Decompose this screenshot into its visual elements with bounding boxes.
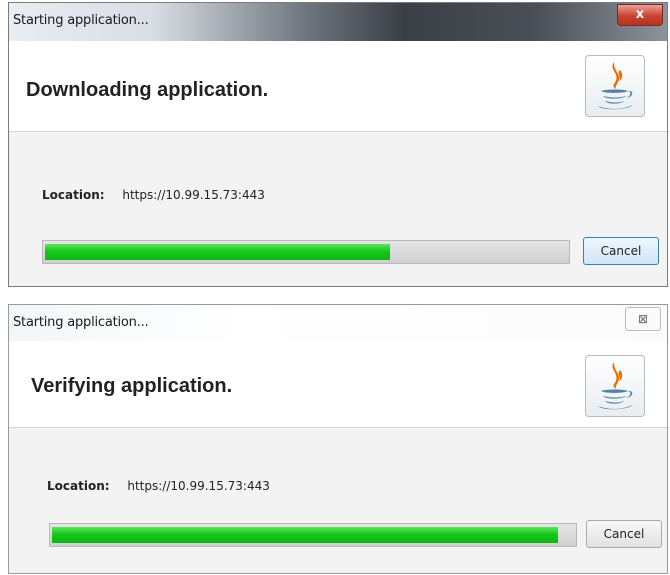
location-row: Location: https://10.99.15.73:443	[47, 479, 270, 493]
status-heading: Downloading application.	[26, 79, 269, 101]
title-bar[interactable]: Starting application... x	[9, 3, 667, 41]
progress-fill	[52, 527, 558, 543]
dialog-body: Location: https://10.99.15.73:443 Cancel	[9, 132, 667, 286]
status-heading: Verifying application.	[31, 375, 233, 397]
progress-bar	[42, 240, 570, 264]
title-bar[interactable]: Starting application... ⊠	[9, 305, 667, 341]
cancel-button[interactable]: Cancel	[583, 237, 659, 265]
progress-bar	[49, 523, 577, 547]
java-icon	[585, 55, 645, 117]
close-icon[interactable]: ⊠	[625, 307, 661, 331]
progress-fill	[45, 244, 390, 260]
dialog-body: Location: https://10.99.15.73:443 Cancel	[9, 428, 667, 573]
window-title: Starting application...	[13, 315, 149, 330]
location-label: Location:	[42, 188, 105, 202]
location-value: https://10.99.15.73:443	[122, 188, 265, 202]
location-row: Location: https://10.99.15.73:443	[42, 188, 265, 202]
verify-dialog: Starting application... ⊠ Verifying appl…	[8, 304, 668, 574]
download-dialog: Starting application... x Downloading ap…	[8, 2, 668, 287]
dialog-header: Downloading application.	[9, 41, 667, 132]
close-icon[interactable]: x	[617, 4, 663, 26]
window-title: Starting application...	[13, 13, 149, 28]
dialog-header: Verifying application.	[9, 341, 667, 428]
java-icon	[585, 355, 645, 417]
location-label: Location:	[47, 479, 110, 493]
location-value: https://10.99.15.73:443	[127, 479, 270, 493]
cancel-button[interactable]: Cancel	[586, 520, 662, 548]
